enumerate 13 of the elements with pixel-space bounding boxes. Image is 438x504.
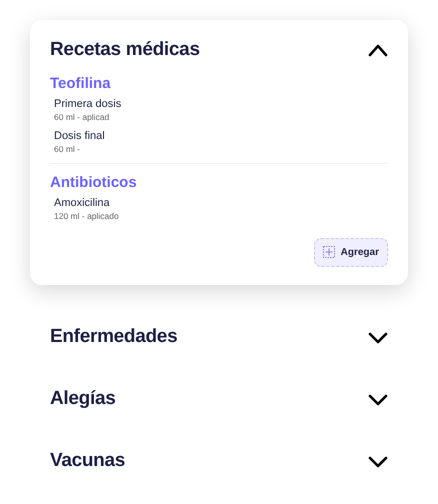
group-title: Teofilina [50, 74, 112, 94]
add-button[interactable]: Agregar [314, 238, 388, 267]
medication-name: Amoxicilina [54, 197, 111, 211]
dose-detail: 60 ml - aplicad [54, 112, 110, 122]
section-title: Alegías [50, 387, 116, 412]
group-title: Antibioticos [50, 172, 138, 193]
dose-detail: 120 ml - aplicado [54, 211, 120, 222]
section-title: Enfermedades [50, 325, 178, 350]
medication-name: Primera dosis [54, 98, 122, 112]
section-title: Vacunas [50, 449, 126, 474]
section-title: Recetas médicas [50, 38, 200, 62]
dose-detail: 60 ml - [54, 144, 81, 155]
medication-name: Dosis final [54, 130, 106, 144]
